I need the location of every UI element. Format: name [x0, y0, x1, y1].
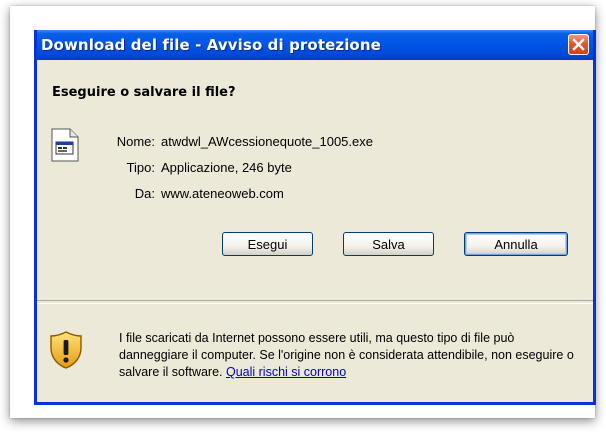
dialog-heading: Eseguire o salvare il file? [52, 85, 236, 100]
title-bar[interactable]: Download del file - Avviso di protezione [37, 30, 593, 60]
close-button[interactable] [568, 34, 589, 55]
save-button[interactable]: Salva [343, 232, 434, 256]
type-value: Applicazione, 246 byte [161, 160, 292, 175]
source-label: Da: [134, 186, 155, 201]
cancel-button[interactable]: Annulla [464, 232, 568, 256]
source-value: www.ateneoweb.com [161, 186, 284, 201]
warning-message: I file scaricati da Internet possono ess… [119, 331, 574, 379]
risks-link[interactable]: Quali rischi si corrono [226, 365, 346, 379]
name-label: Nome: [116, 134, 155, 149]
shield-warning-icon [49, 330, 83, 375]
close-icon [572, 38, 585, 51]
type-label: Tipo: [126, 160, 155, 175]
security-warning-text: I file scaricati da Internet possono ess… [119, 330, 581, 381]
dialog-body: Eseguire o salvare il file? Nome: atwdwl… [37, 60, 593, 402]
run-button[interactable]: Esegui [222, 232, 313, 256]
window-title: Download del file - Avviso di protezione [41, 36, 381, 54]
name-value: atwdwl_AWcessionequote_1005.exe [161, 134, 373, 149]
download-dialog: Download del file - Avviso di protezione… [34, 30, 596, 405]
divider [37, 300, 593, 304]
